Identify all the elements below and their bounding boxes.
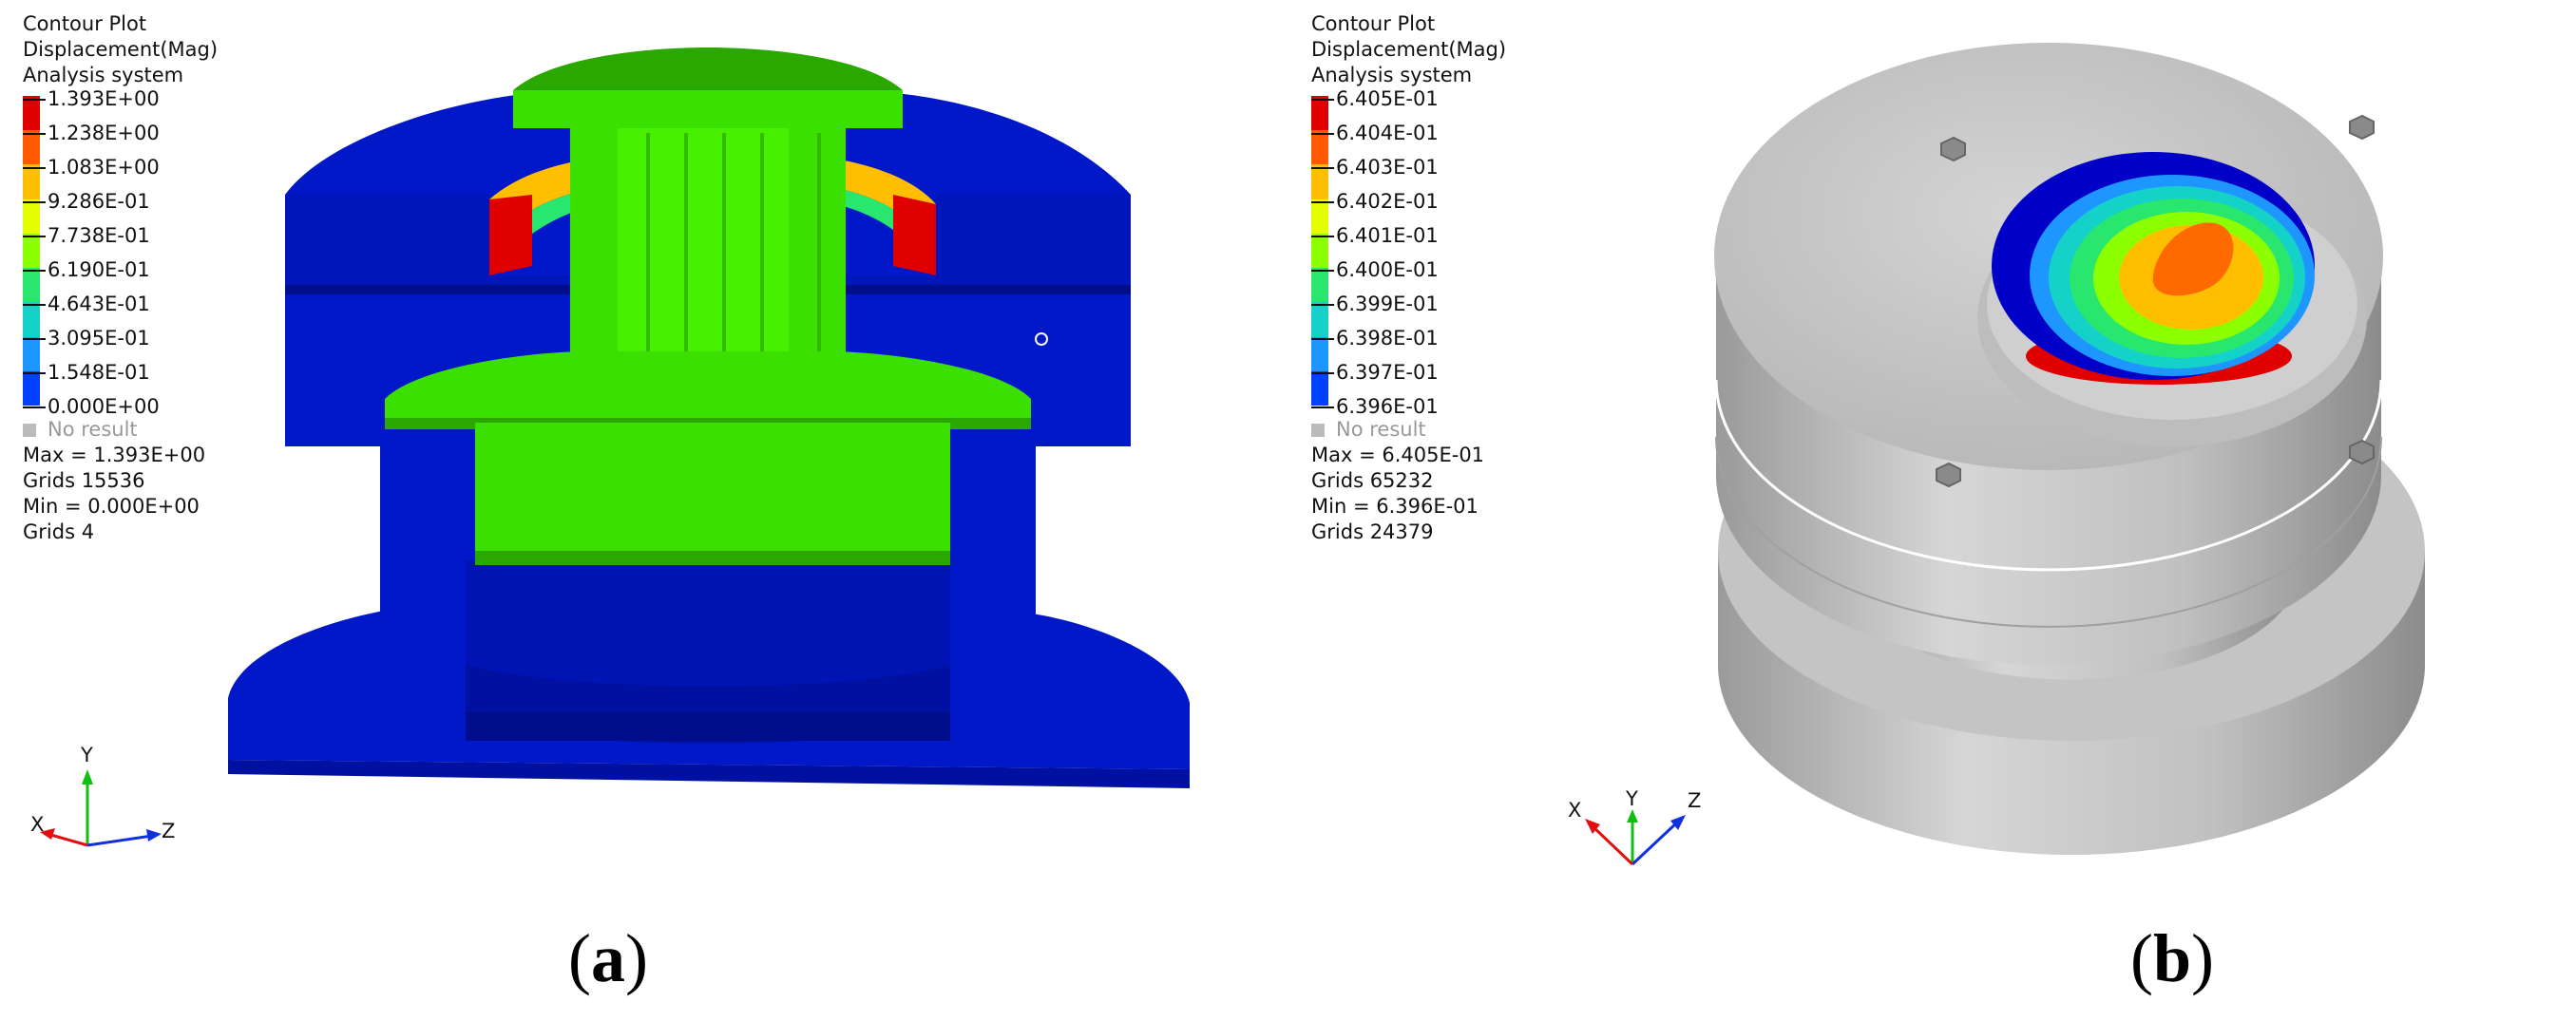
scale-label: 6.401E-01 bbox=[1311, 223, 1439, 249]
caption-letter: b bbox=[2152, 920, 2192, 996]
stat-line: Grids 4 bbox=[23, 520, 95, 543]
axis-label-x: X bbox=[1568, 799, 1581, 822]
scale-label: 3.095E-01 bbox=[23, 326, 150, 351]
no-result-entry: No result bbox=[23, 417, 218, 443]
scale-label: 6.403E-01 bbox=[1311, 155, 1439, 180]
scale-label: 1.238E+00 bbox=[23, 121, 160, 146]
legend-title-line: Contour Plot bbox=[1311, 12, 1436, 35]
scale-label: 1.393E+00 bbox=[23, 86, 160, 112]
caption-b: (b) bbox=[2129, 920, 2214, 996]
color-scale-a: 1.393E+00 1.238E+00 1.083E+00 9.286E-01 … bbox=[23, 87, 218, 418]
legend-title-line: Analysis system bbox=[1311, 64, 1473, 86]
scale-label: 6.399E-01 bbox=[1311, 292, 1439, 317]
no-result-swatch bbox=[23, 424, 36, 437]
legend-title-line: Analysis system bbox=[23, 64, 184, 86]
axis-label-z: Z bbox=[1688, 789, 1701, 812]
axis-triad-b: Y X Z bbox=[1568, 787, 1701, 866]
scale-label: 6.190E-01 bbox=[23, 257, 150, 283]
stat-line: Max = 1.393E+00 bbox=[23, 444, 206, 466]
contour-legend-a: Contour Plot Displacement(Mag) Analysis … bbox=[23, 11, 218, 545]
result-stats-a: Max = 1.393E+00 Grids 15536 Min = 0.000E… bbox=[23, 443, 218, 545]
scale-label: 6.404E-01 bbox=[1311, 121, 1439, 146]
caption-a: (a) bbox=[568, 920, 648, 996]
scale-label: 6.400E-01 bbox=[1311, 257, 1439, 283]
scale-label: 4.643E-01 bbox=[23, 292, 150, 317]
axis-label-y: Y bbox=[1625, 787, 1638, 810]
scale-label: 6.396E-01 bbox=[1311, 394, 1439, 420]
no-result-label: No result bbox=[48, 418, 138, 441]
color-scale-b: 6.405E-01 6.404E-01 6.403E-01 6.402E-01 … bbox=[1311, 87, 1506, 418]
legend-title-line: Displacement(Mag) bbox=[1311, 38, 1507, 61]
stat-line: Grids 24379 bbox=[1311, 520, 1434, 543]
stat-line: Grids 15536 bbox=[23, 469, 145, 492]
scale-label: 7.738E-01 bbox=[23, 223, 150, 249]
stat-line: Grids 65232 bbox=[1311, 469, 1434, 492]
panel-b: Contour Plot Displacement(Mag) Analysis … bbox=[1288, 0, 2576, 1021]
scale-label: 6.402E-01 bbox=[1311, 189, 1439, 215]
axis-triad-a: Y X Z bbox=[30, 744, 175, 847]
scale-label: 9.286E-01 bbox=[23, 189, 150, 215]
scale-label: 1.548E-01 bbox=[23, 360, 150, 386]
no-result-swatch bbox=[1311, 424, 1325, 437]
stat-line: Max = 6.405E-01 bbox=[1311, 444, 1485, 466]
result-stats-b: Max = 6.405E-01 Grids 65232 Min = 6.396E… bbox=[1311, 443, 1506, 545]
stat-line: Min = 6.396E-01 bbox=[1311, 495, 1479, 518]
axis-label-y: Y bbox=[80, 744, 93, 766]
caption-letter: a bbox=[591, 920, 625, 996]
scale-label: 6.405E-01 bbox=[1311, 86, 1439, 112]
contour-legend-b: Contour Plot Displacement(Mag) Analysis … bbox=[1311, 11, 1506, 545]
scale-label: 0.000E+00 bbox=[23, 394, 160, 420]
scale-label: 1.083E+00 bbox=[23, 155, 160, 180]
panel-a: Contour Plot Displacement(Mag) Analysis … bbox=[0, 0, 1288, 1021]
no-result-entry: No result bbox=[1311, 417, 1506, 443]
stat-line: Min = 0.000E+00 bbox=[23, 495, 200, 518]
axis-label-x: X bbox=[30, 813, 44, 836]
scale-label: 6.398E-01 bbox=[1311, 326, 1439, 351]
legend-title-line: Contour Plot bbox=[23, 12, 147, 35]
axis-label-z: Z bbox=[162, 820, 175, 842]
no-result-label: No result bbox=[1336, 418, 1426, 441]
legend-title-line: Displacement(Mag) bbox=[23, 38, 219, 61]
scale-label: 6.397E-01 bbox=[1311, 360, 1439, 386]
